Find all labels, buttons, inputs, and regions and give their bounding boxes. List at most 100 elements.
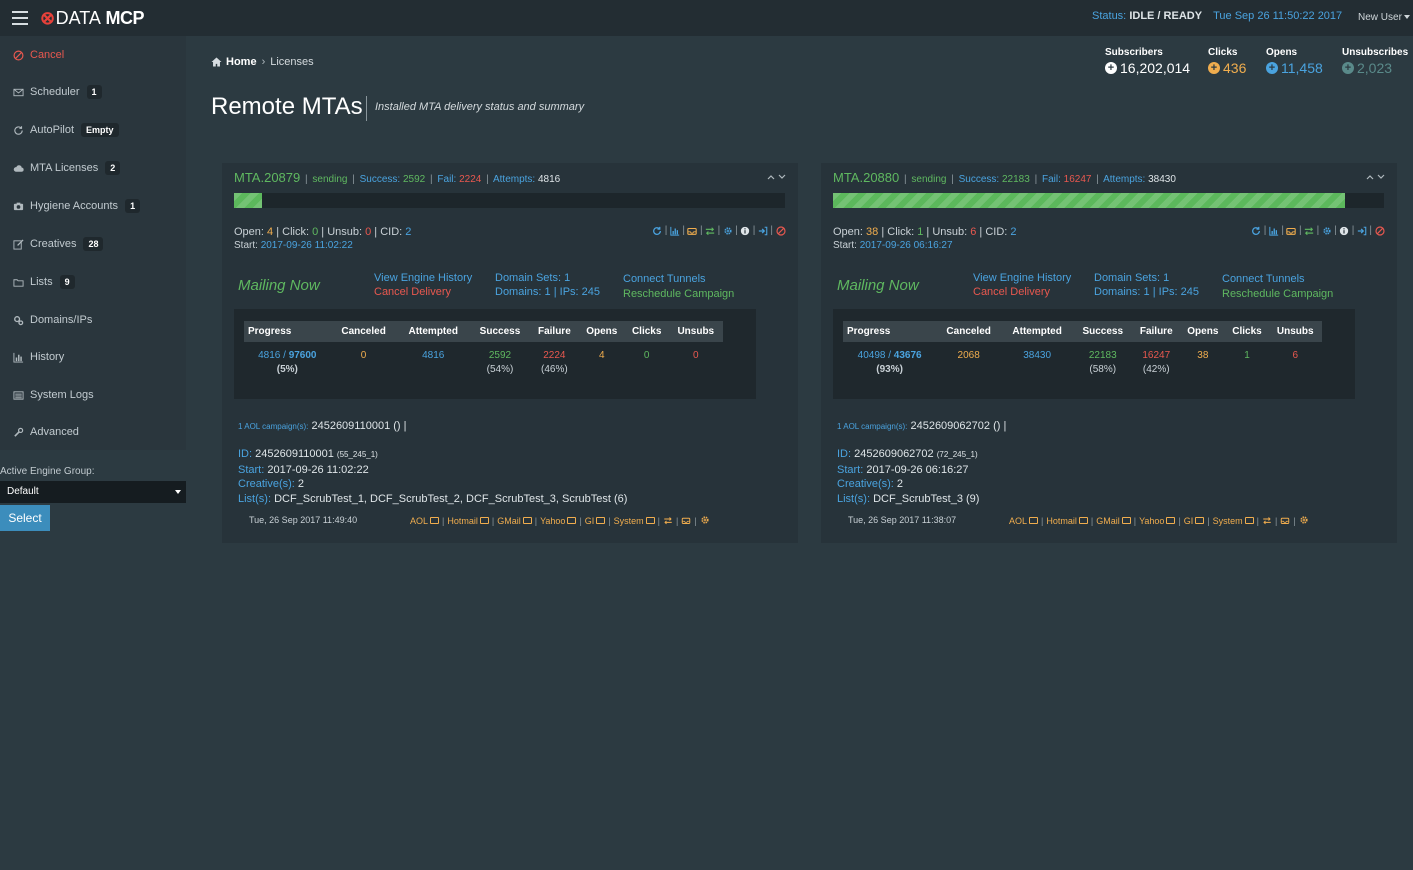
hamburger-menu-icon[interactable] [12,11,28,25]
campaign-lists: DCF_ScrubTest_1, DCF_ScrubTest_2, DCF_Sc… [274,492,628,505]
sidebar-item-domains-ips[interactable]: Domains/IPs [0,301,186,339]
reschedule-campaign-link[interactable]: Reschedule Campaign [623,288,734,300]
gear-icon[interactable] [1299,515,1309,527]
reschedule-campaign-link[interactable]: Reschedule Campaign [1222,288,1333,300]
info-icon[interactable] [740,225,751,236]
sidebar-item-history[interactable]: History [0,338,186,376]
provider-link-hotmail[interactable]: Hotmail [447,516,489,526]
sidebar-item-cancel[interactable]: Cancel [0,36,186,74]
campaign-id: 2452609110001 [255,448,334,460]
engine-group-select[interactable]: Default [0,481,186,503]
mta-name[interactable]: MTA.20880 [833,170,899,185]
mta-unsub: 6 [970,226,977,238]
aol-campaign-id[interactable]: 2452609062702 [910,420,990,432]
table-header-row: Progress Canceled Attempted Success Fail… [244,321,723,342]
cancel-icon[interactable] [1374,225,1385,236]
mailing-now-status: Mailing Now [837,277,919,294]
logo[interactable]: ⊗DATA MCP [40,8,144,29]
success-cell: 2592 (54%) [486,350,514,375]
sidebar-item-autopilot[interactable]: AutoPilot Empty [0,111,186,149]
sidebar-item-hygiene-accounts[interactable]: Hygiene Accounts 1 [0,187,186,225]
inbox-icon[interactable] [1280,516,1290,527]
mta-toolbar: | | | | | | | [652,225,786,236]
column-header: Success [1073,321,1133,342]
aol-campaigns: 1 AOL campaign(s): 2452609062702 () | [837,420,1007,432]
bar-chart-icon[interactable] [1268,225,1279,236]
exchange-icon[interactable] [663,516,673,527]
sidebar-item-mta-licenses[interactable]: MTA Licenses 2 [0,149,186,187]
view-engine-history-link[interactable]: View Engine History [973,272,1071,284]
provider-link-gmail[interactable]: GMail [497,516,532,526]
engine-group-label: Active Engine Group: [0,466,95,477]
provider-link-aol[interactable]: AOL [410,516,440,526]
provider-link-hotmail[interactable]: Hotmail [1046,516,1088,526]
gear-icon[interactable] [722,225,733,236]
exchange-icon[interactable] [1262,516,1272,527]
refresh-icon[interactable] [1251,225,1262,236]
engine-links: View Engine History Cancel Delivery [973,271,1071,299]
provider-link-system[interactable]: System [614,516,655,526]
exchange-icon[interactable] [705,225,716,236]
collapse-icon[interactable] [1366,174,1374,180]
aol-campaign-id[interactable]: 2452609110001 [311,420,390,432]
inbox-icon[interactable] [687,225,698,236]
provider-link-gmail[interactable]: GMail [1096,516,1131,526]
exchange-icon[interactable] [1304,225,1315,236]
cancel-delivery-link[interactable]: Cancel Delivery [973,286,1050,298]
inbox-icon[interactable] [1286,225,1297,236]
logo-mark: ⊗ [40,8,55,28]
sidebar-item-lists[interactable]: Lists 9 [0,263,186,301]
expand-icon[interactable] [778,174,786,180]
mailing-now-status: Mailing Now [238,277,320,294]
inbox-icon [1195,517,1205,524]
aol-campaigns: 1 AOL campaign(s): 2452609110001 () | [238,420,407,432]
mta-engagement: Open: 4 | Click: 0 | Unsub: 0 | CID: 2 [234,226,412,238]
cancel-delivery-link[interactable]: Cancel Delivery [374,286,451,298]
provider-link-system[interactable]: System [1213,516,1254,526]
cancel-icon[interactable] [775,225,786,236]
hygiene-accounts-badge: 1 [125,199,141,213]
breadcrumb-current: Licenses [270,56,314,68]
select-button[interactable]: Select [0,505,50,531]
provider-link-yahoo[interactable]: Yahoo [540,516,577,526]
sign-in-icon[interactable] [1356,225,1367,236]
connect-tunnels-link[interactable]: Connect Tunnels [623,273,706,285]
delivery-stats-table: Progress Canceled Attempted Success Fail… [843,321,1322,377]
provider-link-gi[interactable]: GI [1184,516,1205,526]
inbox-icon[interactable] [681,516,691,527]
bar-chart-icon[interactable] [669,225,680,236]
progress-cell: 40498 / 43676 (93%) [857,350,922,375]
provider-link-yahoo[interactable]: Yahoo [1139,516,1176,526]
sidebar-item-system-logs[interactable]: System Logs [0,376,186,414]
column-header: Opens [1180,321,1226,342]
list-icon [12,389,24,401]
collapse-icon[interactable] [767,174,775,180]
gear-icon[interactable] [1321,225,1332,236]
expand-icon[interactable] [1377,174,1385,180]
provider-link-gi[interactable]: GI [585,516,606,526]
sidebar-item-advanced[interactable]: Advanced [0,413,186,451]
campaign-lists: DCF_ScrubTest_3 (9) [873,492,980,505]
gear-icon[interactable] [700,515,710,527]
mta-cid: 2 [1010,226,1017,238]
canceled-cell: 2068 [957,350,980,361]
info-icon[interactable] [1339,225,1350,236]
mta-engagement: Open: 38 | Click: 1 | Unsub: 6 | CID: 2 [833,226,1017,238]
mta-name[interactable]: MTA.20879 [234,170,300,185]
inbox-icon [1244,517,1254,524]
panel-updated-date: Tue, 26 Sep 2017 11:49:40 [249,515,358,525]
sidebar-item-creatives[interactable]: Creatives 28 [0,225,186,263]
sidebar-item-scheduler[interactable]: Scheduler 1 [0,73,186,111]
breadcrumb-home[interactable]: Home [226,56,257,68]
view-engine-history-link[interactable]: View Engine History [374,272,472,284]
refresh-icon[interactable] [652,225,663,236]
user-menu[interactable]: New User [1358,12,1410,23]
connect-tunnels-link[interactable]: Connect Tunnels [1222,273,1305,285]
plus-circle-icon: + [1342,62,1354,74]
mta-attempts: 4816 [538,174,561,185]
delivery-stats-box: Progress Canceled Attempted Success Fail… [234,309,756,399]
sidebar: Cancel Scheduler 1 AutoPilot Empty MTA L… [0,36,186,450]
provider-link-aol[interactable]: AOL [1009,516,1039,526]
sign-in-icon[interactable] [757,225,768,236]
delivery-stats-box: Progress Canceled Attempted Success Fail… [833,309,1355,399]
